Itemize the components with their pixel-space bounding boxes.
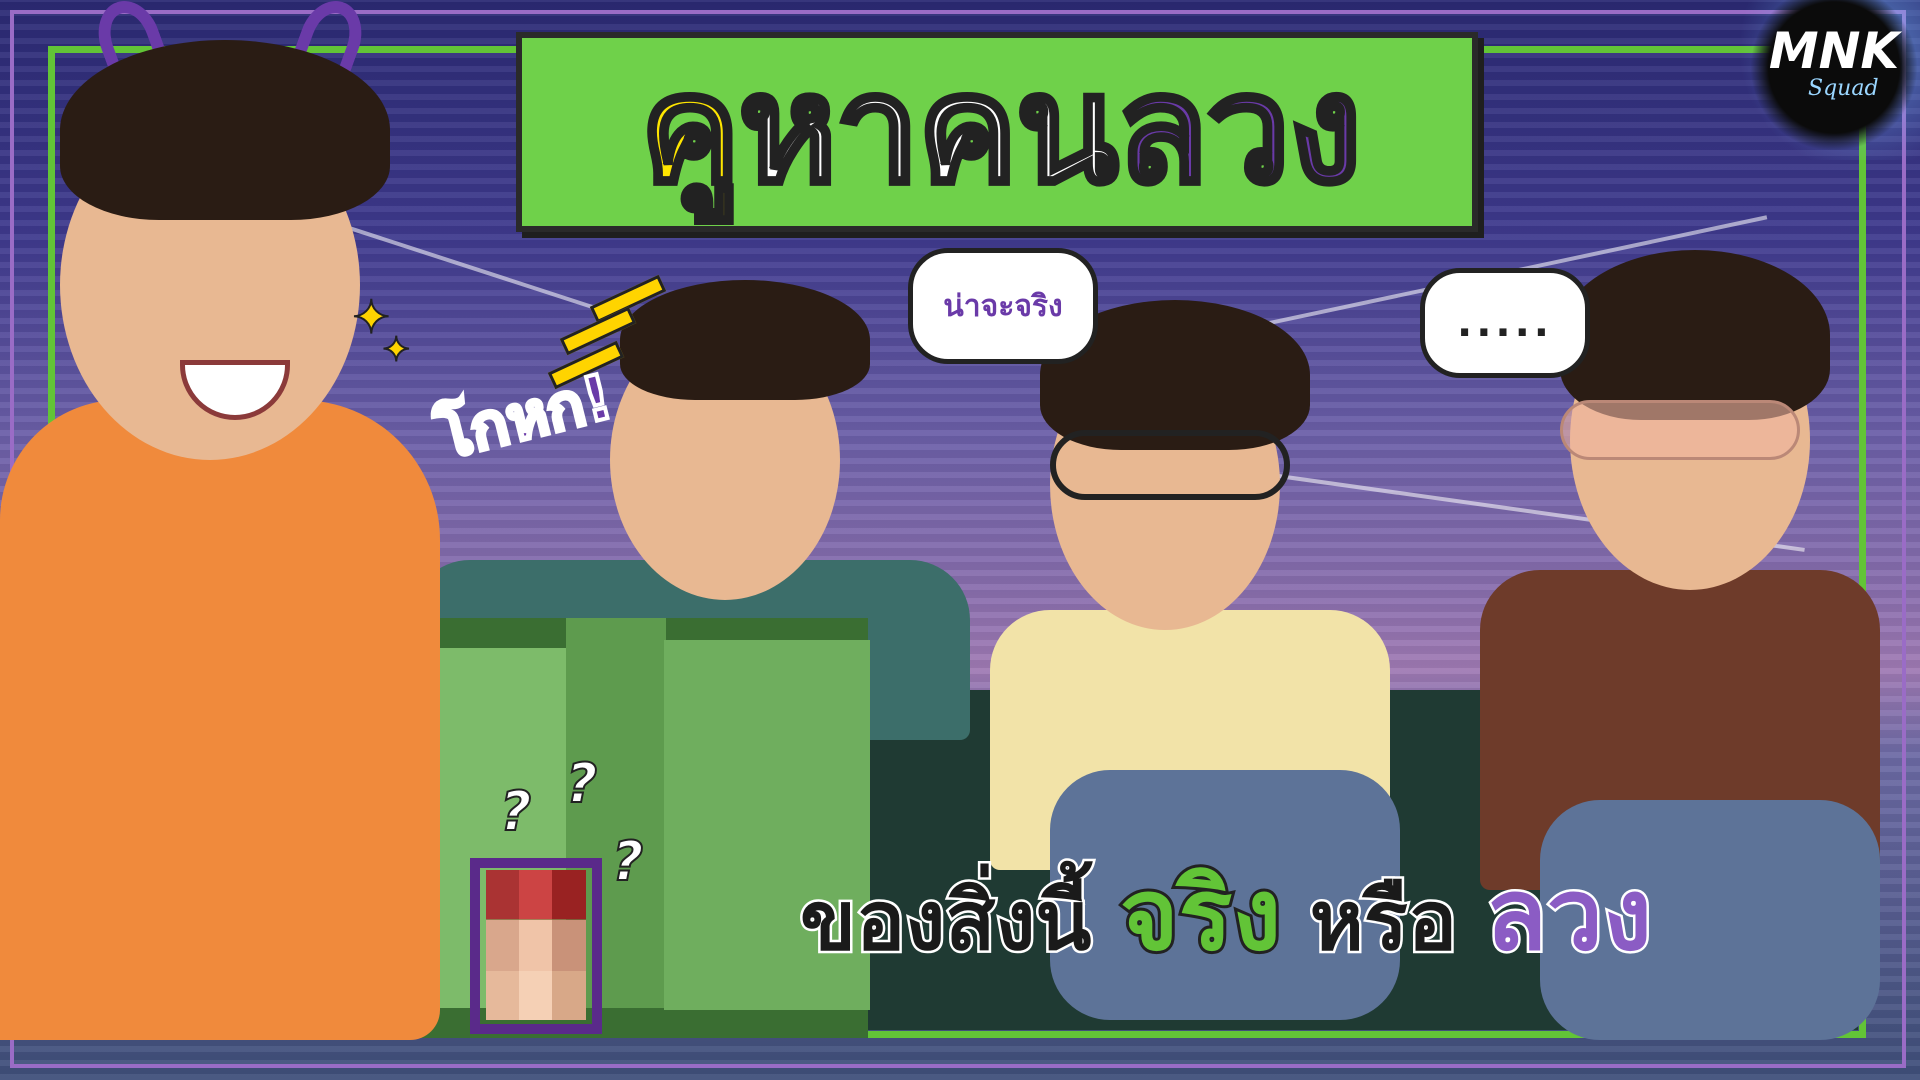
speech-bubble-right: ..... (1420, 268, 1590, 378)
censored-mosaic-object (486, 870, 586, 1020)
caption-part-4: ลวง (1483, 856, 1654, 973)
caption-part-3: หรือ (1281, 872, 1486, 972)
title-part-1: คู (638, 41, 743, 220)
mnk-squad-logo: MNK Squad (1748, 0, 1920, 150)
hair (60, 40, 390, 220)
hair (620, 280, 870, 400)
logo-brand: MNK (1768, 22, 1900, 80)
title-part-2: หาคน (736, 41, 1121, 220)
caption-part-2: จริง (1117, 856, 1284, 973)
sparkle-icon: ✦ (381, 329, 411, 371)
thumbnail-canvas: ? ? ? ✦ ✦ โกหก! น่าจะจริง ..... คูหาคนลว… (0, 0, 1920, 1080)
caption: ของสิ่งนี้ จริง หรือ ลวง (797, 857, 1654, 973)
logo-sub: Squad (1808, 76, 1879, 101)
question-mark: ? (499, 779, 532, 844)
caption-part-1: ของสิ่งนี้ (797, 872, 1121, 972)
tinted-sunglasses (1560, 400, 1800, 460)
orange-tshirt (0, 400, 440, 1040)
title: คูหาคนลวง (530, 30, 1470, 230)
hair (1560, 250, 1830, 420)
title-part-3: ลวง (1114, 41, 1364, 220)
question-mark: ? (565, 751, 598, 816)
speech-bubble-left: น่าจะจริง (908, 248, 1098, 364)
question-mark: ? (611, 829, 644, 894)
glasses (1050, 430, 1290, 500)
